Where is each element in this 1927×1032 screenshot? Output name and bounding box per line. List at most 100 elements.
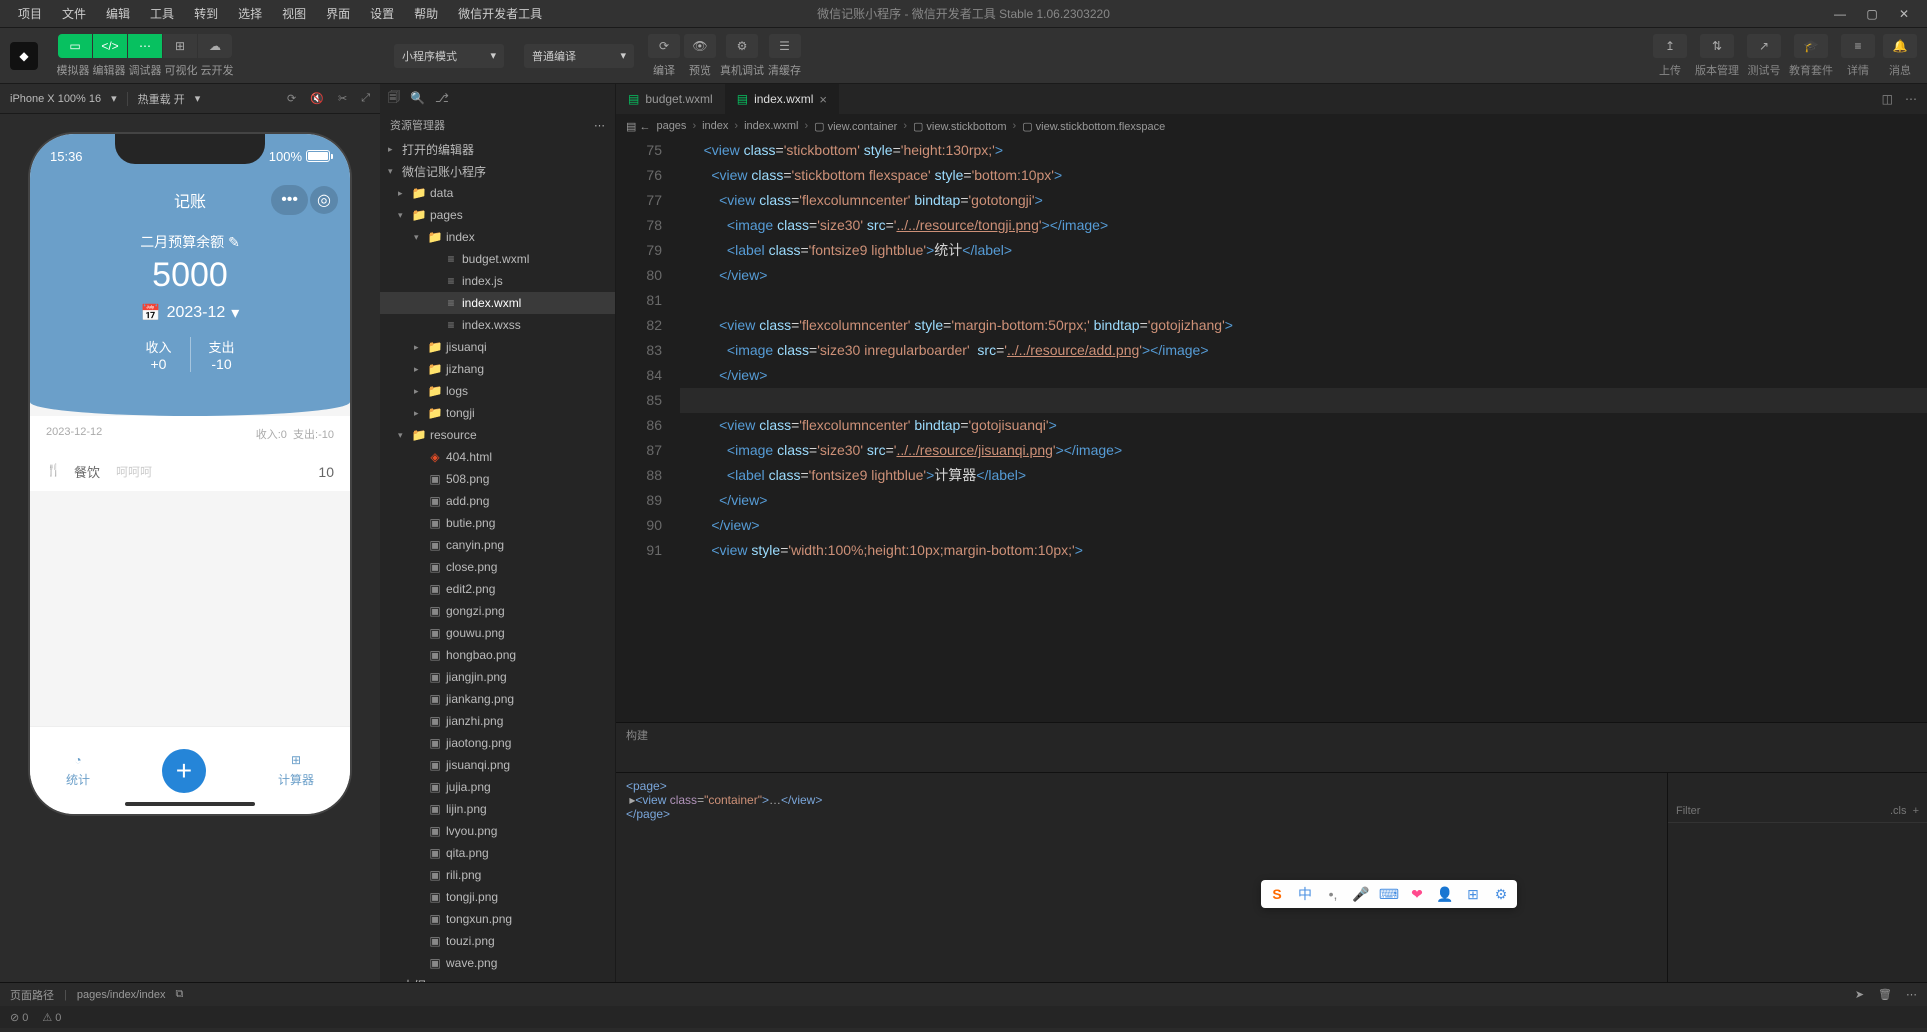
expand-icon[interactable]: ⤢ [361,92,370,105]
breadcrumb-view.stickbottom.flexspace[interactable]: ▢ view.stickbottom.flexspace [1022,120,1165,133]
menu-4[interactable]: 转到 [184,5,228,22]
action-编译[interactable]: ⟳ [648,34,680,58]
maximize-button[interactable]: ▢ [1865,7,1879,21]
breadcrumb-index[interactable]: index [702,120,728,132]
mode-模拟器[interactable]: ▭ [58,34,92,58]
split-icon[interactable]: ◫ [1882,92,1893,106]
search-icon[interactable]: 🔍 [410,91,425,105]
file-close.png[interactable]: ▣close.png [380,556,615,578]
file-index.js[interactable]: ≡index.js [380,270,615,292]
file-data[interactable]: ▸📁data [380,182,615,204]
toolbar-上传[interactable]: ↥ [1653,34,1687,58]
file-jiaotong.png[interactable]: ▣jiaotong.png [380,732,615,754]
file-resource[interactable]: ▾📁resource [380,424,615,446]
ime-person-icon[interactable]: 👤 [1435,884,1455,904]
file-gongzi.png[interactable]: ▣gongzi.png [380,600,615,622]
stats-tab[interactable]: ◔统计 [66,753,90,788]
file-index.wxml[interactable]: ≡index.wxml [380,292,615,314]
file-tongji[interactable]: ▸📁tongji [380,402,615,424]
toolbar-消息[interactable]: 🔔 [1883,34,1917,58]
ime-heart-icon[interactable]: ❤ [1407,884,1427,904]
file-jizhang[interactable]: ▸📁jizhang [380,358,615,380]
dom-panel[interactable]: <page> ▸<view class="container">…</view>… [616,773,1667,982]
ime-lang-icon[interactable]: 中 [1295,884,1315,904]
action-清缓存[interactable]: ☰ [769,34,801,58]
file-logs[interactable]: ▸📁logs [380,380,615,402]
menu-2[interactable]: 编辑 [96,5,140,22]
file-qita.png[interactable]: ▣qita.png [380,842,615,864]
file-wave.png[interactable]: ▣wave.png [380,952,615,974]
file-canyin.png[interactable]: ▣canyin.png [380,534,615,556]
section-outline[interactable]: ▸大纲 [380,974,615,982]
action-预览[interactable]: 👁 [684,34,716,58]
edit-icon[interactable]: ✎ [228,234,240,250]
menu-9[interactable]: 帮助 [404,5,448,22]
sogou-icon[interactable]: S [1267,884,1287,904]
add-style-button[interactable]: + [1913,805,1919,817]
file-butie.png[interactable]: ▣butie.png [380,512,615,534]
breadcrumb-view.container[interactable]: ▢ view.container [814,120,897,133]
capsule-menu-icon[interactable]: ••• [271,185,308,215]
copy-icon[interactable]: ⧉ [176,988,184,1001]
status-errors[interactable]: ⊘ 0 [10,1011,28,1024]
file-index[interactable]: ▾📁index [380,226,615,248]
refresh-icon[interactable]: ⟳ [287,92,296,105]
volume-icon[interactable]: 🔇 [310,92,324,105]
file-jujia.png[interactable]: ▣jujia.png [380,776,615,798]
more-icon[interactable]: ⋯ [594,119,605,132]
section-open-editors[interactable]: ▸打开的编辑器 [380,138,615,160]
hotreload-toggle[interactable]: 热重载 开 [138,91,185,107]
devtab1-构建[interactable]: 构建 [626,727,648,743]
mode-云开发[interactable]: ☁ [198,34,232,58]
mode-调试器[interactable]: ⋯ [128,34,162,58]
breadcrumb-view.stickbottom[interactable]: ▢ view.stickbottom [913,120,1007,133]
file-rili.png[interactable]: ▣rili.png [380,864,615,886]
file-lijin.png[interactable]: ▣lijin.png [380,798,615,820]
file-tongxun.png[interactable]: ▣tongxun.png [380,908,615,930]
files-icon[interactable]: 🗐 [388,88,400,109]
file-budget.wxml[interactable]: ≡budget.wxml [380,248,615,270]
trash-icon[interactable]: 🗑 [1878,988,1892,1001]
file-gouwu.png[interactable]: ▣gouwu.png [380,622,615,644]
transaction-row[interactable]: 🍴 餐饮 呵呵呵 10 [30,452,350,491]
file-jisuanqi.png[interactable]: ▣jisuanqi.png [380,754,615,776]
file-pages[interactable]: ▾📁pages [380,204,615,226]
capsule-close-icon[interactable]: ◎ [310,186,338,214]
file-hongbao.png[interactable]: ▣hongbao.png [380,644,615,666]
close-tab-icon[interactable]: × [819,92,827,107]
menu-8[interactable]: 设置 [360,5,404,22]
device-selector[interactable]: iPhone X 100% 16 [10,93,101,105]
menu-10[interactable]: 微信开发者工具 [448,5,552,22]
branch-icon[interactable]: ⎇ [435,91,449,105]
tab-budget.wxml[interactable]: ▤budget.wxml [616,84,725,114]
file-lvyou.png[interactable]: ▣lvyou.png [380,820,615,842]
file-index.wxss[interactable]: ≡index.wxss [380,314,615,336]
calculator-tab[interactable]: ⊞计算器 [278,753,314,788]
ime-keyboard-icon[interactable]: ⌨ [1379,884,1399,904]
ime-toolbar[interactable]: S 中 •, 🎤 ⌨ ❤ 👤 ⊞ ⚙ [1261,880,1517,908]
toolbar-教育套件[interactable]: 🎓 [1794,34,1828,58]
menu-0[interactable]: 项目 [8,5,52,22]
menu-7[interactable]: 界面 [316,5,360,22]
file-tongji.png[interactable]: ▣tongji.png [380,886,615,908]
route-value[interactable]: pages/index/index [77,989,166,1001]
styles-filter-input[interactable] [1676,805,1776,817]
add-button[interactable]: + [162,749,206,793]
breadcrumb-pages[interactable]: pages [656,120,686,132]
ime-settings-icon[interactable]: ⚙ [1491,884,1511,904]
cut-icon[interactable]: ✂ [338,92,347,105]
menu-6[interactable]: 视图 [272,5,316,22]
ime-mic-icon[interactable]: 🎤 [1351,884,1371,904]
tab-index.wxml[interactable]: ▤index.wxml× [725,84,839,114]
close-button[interactable]: ✕ [1897,7,1911,21]
mode-可视化[interactable]: ⊞ [163,34,197,58]
breadcrumb-index.wxml[interactable]: index.wxml [744,120,798,132]
menu-3[interactable]: 工具 [140,5,184,22]
file-edit2.png[interactable]: ▣edit2.png [380,578,615,600]
program-mode-dropdown[interactable]: 小程序模式▾ [394,44,504,68]
send-icon[interactable]: ➤ [1855,988,1864,1001]
section-project[interactable]: ▾微信记账小程序 [380,160,615,182]
toolbar-版本管理[interactable]: ⇅ [1700,34,1734,58]
ime-punct-icon[interactable]: •, [1323,884,1343,904]
toolbar-详情[interactable]: ≡ [1841,34,1875,58]
